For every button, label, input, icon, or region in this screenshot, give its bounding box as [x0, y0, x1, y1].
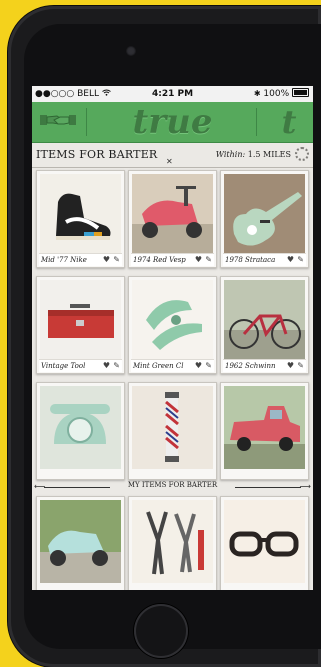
my-item-photo	[40, 500, 121, 583]
header-divider	[256, 108, 257, 136]
item-caption: Mid '77 Nike ♥ ✎	[39, 253, 122, 266]
header-divider	[86, 108, 87, 136]
settings-gear-icon[interactable]	[295, 147, 309, 161]
profile-button[interactable]: t	[271, 102, 307, 142]
pencil-icon[interactable]: ✎	[205, 360, 212, 372]
item-tile[interactable]	[128, 382, 217, 480]
handshake-icon[interactable]	[38, 110, 78, 134]
item-photo	[40, 280, 121, 361]
front-camera	[126, 46, 136, 56]
item-photo	[224, 174, 305, 255]
ornament-icon: ✕	[166, 157, 173, 166]
my-item-tile[interactable]	[128, 496, 217, 590]
item-caption: 1962 Schwinn ♥ ✎	[223, 359, 306, 372]
item-tile[interactable]	[220, 382, 309, 480]
item-photo	[224, 386, 305, 469]
my-item-tile[interactable]	[36, 496, 125, 590]
item-caption-text: Mid '77 Nike	[41, 256, 87, 264]
arrow-right-icon: ⟶	[299, 482, 311, 491]
item-caption-text: 1978 Strataca	[225, 256, 276, 264]
my-item-photo	[132, 500, 213, 583]
heart-icon[interactable]: ♥	[195, 360, 202, 372]
item-caption: Vintage Tool ♥ ✎	[39, 359, 122, 372]
status-bar: ●●○○○ BELL 4:21 PM ✱ 100%	[32, 86, 313, 102]
app-screen: ●●○○○ BELL 4:21 PM ✱ 100% true t ITEMS F…	[32, 86, 313, 590]
pencil-icon[interactable]: ✎	[113, 254, 120, 266]
my-items-title: MY ITEMS FOR BARTER	[127, 481, 218, 489]
heart-icon[interactable]: ♥	[287, 360, 294, 372]
item-photo	[224, 280, 305, 361]
item-photo	[132, 280, 213, 361]
heart-icon[interactable]: ♥	[103, 254, 110, 266]
item-caption: Mint Green Cl ♥ ✎	[131, 359, 214, 372]
section-title: ITEMS FOR BARTER	[36, 148, 158, 161]
heart-icon[interactable]: ♥	[103, 360, 110, 372]
app-header: true t	[32, 102, 313, 143]
pencil-icon[interactable]: ✎	[297, 254, 304, 266]
heart-icon[interactable]: ♥	[287, 254, 294, 266]
item-tile[interactable]: Vintage Tool ♥ ✎	[36, 276, 125, 374]
item-photo	[132, 386, 213, 469]
item-tile[interactable]: 1974 Red Vesp ♥ ✎	[128, 170, 217, 268]
item-tile[interactable]: 1962 Schwinn ♥ ✎	[220, 276, 309, 374]
bluetooth-icon: ✱	[253, 89, 261, 98]
item-tile[interactable]: Mint Green Cl ♥ ✎	[128, 276, 217, 374]
pencil-icon[interactable]: ✎	[113, 360, 120, 372]
my-item-tile[interactable]	[220, 496, 309, 590]
item-tile[interactable]	[36, 382, 125, 480]
pencil-icon[interactable]: ✎	[297, 360, 304, 372]
item-caption-text: 1974 Red Vesp	[133, 256, 186, 264]
item-tile[interactable]: 1978 Strataca ♥ ✎	[220, 170, 309, 268]
item-photo	[40, 174, 121, 255]
my-item-photo	[224, 500, 305, 583]
distance-filter[interactable]: Within: 1.5 MILES	[216, 150, 291, 159]
barter-section-header: ITEMS FOR BARTER ✕ Within: 1.5 MILES	[32, 143, 313, 168]
heart-icon[interactable]: ♥	[195, 254, 202, 266]
item-caption: 1978 Strataca ♥ ✎	[223, 253, 306, 266]
item-photo	[132, 174, 213, 255]
item-tile[interactable]: Mid '77 Nike ♥ ✎	[36, 170, 125, 268]
app-logo: true	[132, 102, 213, 142]
item-caption-text: Vintage Tool	[41, 362, 86, 370]
item-photo	[40, 386, 121, 469]
item-caption-text: 1962 Schwinn	[225, 362, 276, 370]
item-caption: 1974 Red Vesp ♥ ✎	[131, 253, 214, 266]
item-caption-text: Mint Green Cl	[133, 362, 184, 370]
battery-icon	[292, 88, 309, 97]
pencil-icon[interactable]: ✎	[205, 254, 212, 266]
my-items-divider: ⟵ MY ITEMS FOR BARTER ⟶	[32, 480, 313, 494]
battery-indicator: ✱ 100%	[254, 86, 309, 102]
home-button[interactable]	[134, 604, 188, 658]
